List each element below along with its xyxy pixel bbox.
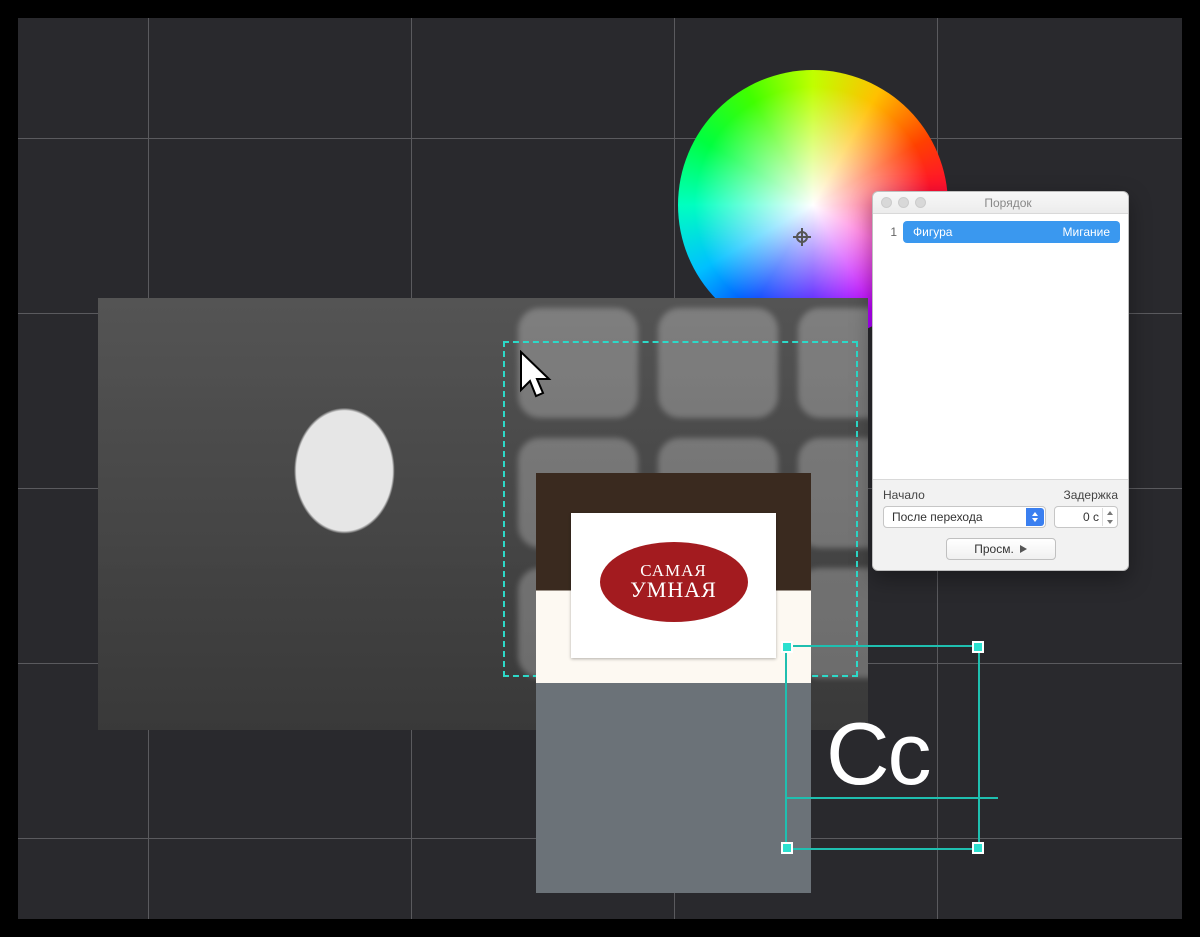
preview-button[interactable]: Просм.: [946, 538, 1056, 560]
order-row-effect: Мигание: [1063, 225, 1111, 239]
resize-handle-ne[interactable]: [972, 641, 984, 653]
poster-line1: САМАЯ: [640, 562, 707, 579]
start-select[interactable]: После перехода: [883, 506, 1046, 528]
baseline-guide: [787, 797, 998, 799]
cursor-arrow-icon: [517, 350, 557, 400]
select-arrows-icon: [1026, 508, 1044, 526]
resize-handle-sw[interactable]: [781, 842, 793, 854]
order-row-name: Фигура: [913, 225, 952, 239]
text-frame-selection[interactable]: [785, 645, 980, 850]
poster-line2: УМНАЯ: [630, 579, 717, 601]
panel-titlebar[interactable]: Порядок: [873, 192, 1128, 214]
resize-handle-nw[interactable]: [781, 641, 793, 653]
stepper-up-icon[interactable]: [1103, 508, 1116, 517]
delay-stepper[interactable]: 0 с: [1054, 506, 1118, 528]
start-label: Начало: [883, 488, 925, 502]
photo-color-woman[interactable]: САМАЯ УМНАЯ: [536, 473, 811, 893]
delay-value: 0 с: [1083, 510, 1099, 524]
window-close-icon[interactable]: [881, 197, 892, 208]
preview-button-label: Просм.: [974, 542, 1014, 556]
poster: САМАЯ УМНАЯ: [571, 513, 776, 658]
grid-horizontal: [18, 138, 1182, 139]
play-icon: [1020, 545, 1027, 553]
animation-order-panel[interactable]: Порядок 1 Фигура Мигание Начало Задержка…: [872, 191, 1129, 571]
stepper-down-icon[interactable]: [1103, 517, 1116, 526]
order-row[interactable]: 1 Фигура Мигание: [881, 220, 1120, 244]
start-select-value: После перехода: [892, 510, 983, 524]
order-row-number: 1: [881, 225, 897, 239]
panel-title: Порядок: [896, 196, 1120, 210]
order-list[interactable]: 1 Фигура Мигание: [873, 214, 1128, 479]
design-canvas[interactable]: САМАЯ УМНАЯ Cc Порядок 1 Фигура: [18, 18, 1182, 919]
color-picker-reticle-icon[interactable]: [793, 228, 811, 246]
resize-handle-se[interactable]: [972, 842, 984, 854]
delay-label: Задержка: [1064, 488, 1119, 502]
